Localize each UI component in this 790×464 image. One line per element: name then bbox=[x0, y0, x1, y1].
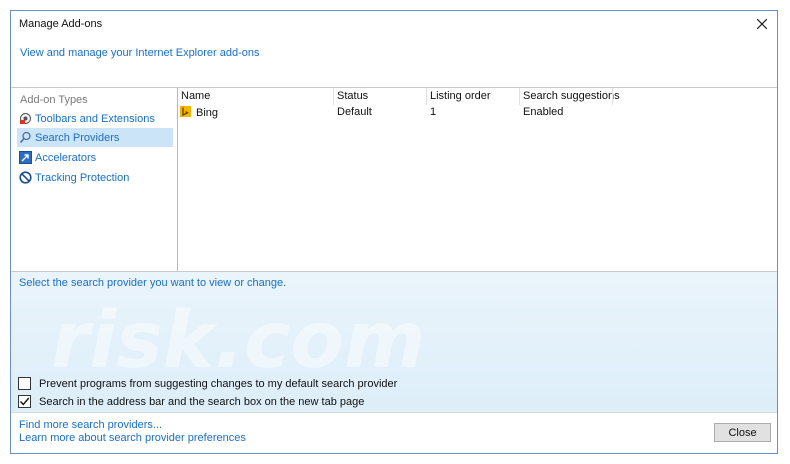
provider-listing-order: 1 bbox=[430, 106, 437, 118]
type-item-toolbars-extensions[interactable]: Toolbars and Extensions bbox=[17, 109, 173, 128]
column-header-listing-order[interactable]: Listing order bbox=[430, 90, 491, 102]
type-item-tracking-protection[interactable]: Tracking Protection bbox=[17, 168, 173, 187]
search-providers-list bbox=[178, 88, 777, 271]
column-header-status[interactable]: Status bbox=[337, 90, 368, 102]
manage-addons-window: Manage Add-ons View and manage your Inte… bbox=[10, 10, 778, 454]
column-separator[interactable] bbox=[426, 88, 427, 105]
title-bar: Manage Add-ons bbox=[11, 11, 777, 37]
close-icon[interactable] bbox=[753, 15, 771, 33]
window-title: Manage Add-ons bbox=[19, 18, 103, 30]
find-more-providers-link[interactable]: Find more search providers... bbox=[19, 419, 162, 431]
checkbox-label: Search in the address bar and the search… bbox=[39, 395, 365, 408]
column-header-name[interactable]: Name bbox=[181, 90, 210, 102]
checkbox-label: Prevent programs from suggesting changes… bbox=[39, 377, 398, 390]
learn-more-link[interactable]: Learn more about search provider prefere… bbox=[19, 432, 246, 444]
address-bar-search-checkbox[interactable] bbox=[18, 395, 31, 408]
prevent-programs-checkbox[interactable] bbox=[18, 377, 31, 390]
close-button[interactable]: Close bbox=[714, 423, 771, 442]
details-pane bbox=[11, 272, 777, 412]
details-prompt: Select the search provider you want to v… bbox=[19, 277, 287, 289]
addon-types-label: Add-on Types bbox=[20, 94, 88, 106]
bing-icon bbox=[180, 106, 193, 119]
prevent-programs-row[interactable]: Prevent programs from suggesting changes… bbox=[18, 377, 397, 390]
provider-name: Bing bbox=[196, 106, 219, 119]
type-item-search-providers[interactable]: Search Providers bbox=[17, 128, 173, 147]
column-header-search-suggestions[interactable]: Search suggestions bbox=[523, 90, 620, 102]
type-item-label: Accelerators bbox=[35, 151, 97, 164]
gear-icon bbox=[19, 112, 32, 125]
search-icon bbox=[19, 131, 32, 144]
provider-status: Default bbox=[337, 106, 372, 118]
column-separator[interactable] bbox=[333, 88, 334, 105]
address-bar-search-row[interactable]: Search in the address bar and the search… bbox=[18, 395, 364, 408]
provider-search-suggestions: Enabled bbox=[523, 106, 564, 118]
no-entry-icon bbox=[19, 171, 32, 184]
type-item-label: Tracking Protection bbox=[35, 171, 130, 184]
type-item-label: Search Providers bbox=[35, 131, 120, 144]
type-item-label: Toolbars and Extensions bbox=[35, 112, 155, 125]
divider bbox=[11, 412, 777, 413]
column-separator[interactable] bbox=[519, 88, 520, 105]
accelerator-icon bbox=[19, 151, 32, 164]
column-separator[interactable] bbox=[612, 88, 613, 105]
type-item-accelerators[interactable]: Accelerators bbox=[17, 148, 173, 167]
checkmark-icon bbox=[19, 397, 30, 406]
row-name-cell: Bing bbox=[180, 106, 218, 119]
header-link[interactable]: View and manage your Internet Explorer a… bbox=[20, 47, 260, 59]
